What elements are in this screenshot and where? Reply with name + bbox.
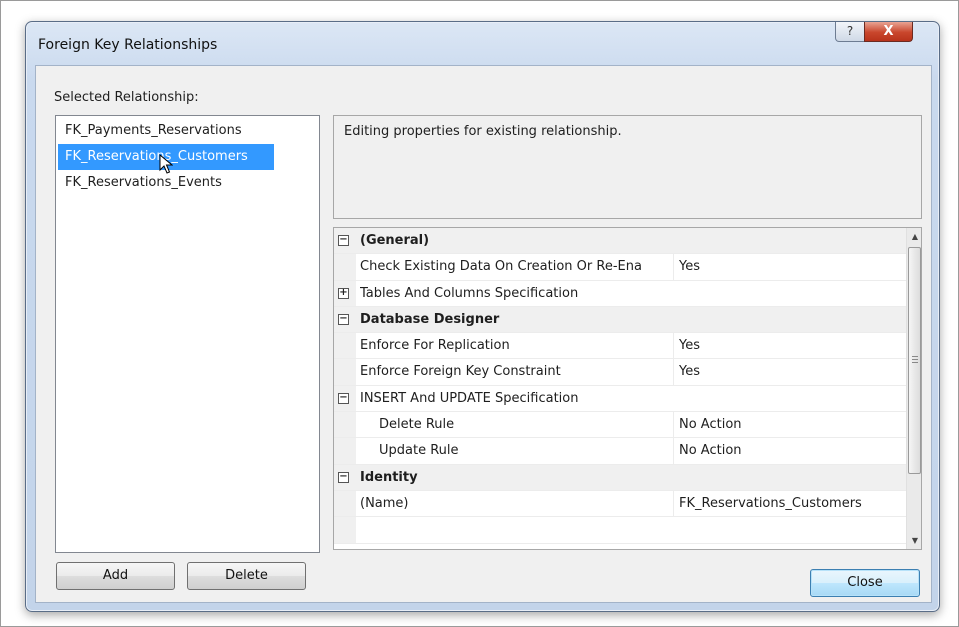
property-row[interactable]: Enforce For Replication Yes xyxy=(334,333,921,360)
property-row[interactable]: (Name) FK_Reservations_Customers xyxy=(334,490,921,518)
window-title: Foreign Key Relationships xyxy=(38,37,218,53)
property-name: Update Rule xyxy=(379,443,459,459)
foreign-key-relationships-dialog: Foreign Key Relationships ? X Selected R… xyxy=(25,21,940,612)
row-gutter xyxy=(334,333,356,359)
row-gutter xyxy=(334,490,356,517)
property-row[interactable]: + Tables And Columns Specification xyxy=(334,280,921,307)
collapse-icon[interactable]: − xyxy=(338,235,349,246)
description-text: Editing properties for existing relation… xyxy=(344,124,622,139)
scroll-up-icon[interactable]: ▲ xyxy=(907,228,921,245)
expand-icon[interactable]: + xyxy=(338,287,349,299)
row-gutter xyxy=(334,359,356,385)
property-name: Identity xyxy=(360,469,418,485)
add-button[interactable]: Add xyxy=(56,562,175,590)
grip-icon xyxy=(912,356,918,363)
property-name: Database Designer xyxy=(360,311,500,327)
property-row[interactable]: Enforce Foreign Key Constraint Yes xyxy=(334,359,921,386)
property-name: (General) xyxy=(360,233,430,248)
collapse-icon[interactable]: − xyxy=(338,313,349,325)
property-name: INSERT And UPDATE Specification xyxy=(360,390,579,406)
property-name: Tables And Columns Specification xyxy=(360,285,579,301)
property-value[interactable]: FK_Reservations_Customers xyxy=(673,490,907,517)
relationship-list-item[interactable]: FK_Reservations_Events xyxy=(58,170,317,196)
relationship-list-item[interactable]: FK_Payments_Reservations xyxy=(58,118,317,144)
help-button[interactable]: ? xyxy=(835,22,865,42)
property-row[interactable] xyxy=(334,517,921,544)
property-row[interactable]: Update Rule No Action xyxy=(334,438,921,465)
title-bar[interactable]: Foreign Key Relationships ? X xyxy=(26,22,939,62)
relationship-list[interactable]: FK_Payments_Reservations FK_Reservations_… xyxy=(55,115,320,553)
description-box: Editing properties for existing relation… xyxy=(333,115,922,219)
property-value[interactable]: Yes xyxy=(673,359,907,386)
property-name: Check Existing Data On Creation Or Re-En… xyxy=(360,259,642,275)
property-name: Enforce Foreign Key Constraint xyxy=(360,364,561,380)
window-close-button[interactable]: X xyxy=(864,22,913,42)
property-value[interactable]: No Action xyxy=(673,412,907,439)
property-row[interactable]: Check Existing Data On Creation Or Re-En… xyxy=(334,254,921,281)
collapse-icon[interactable]: − xyxy=(338,471,349,483)
scrollbar-thumb[interactable] xyxy=(908,247,921,474)
row-gutter xyxy=(334,412,356,438)
scroll-down-icon[interactable]: ▼ xyxy=(907,532,921,549)
property-grid-rows: − (General) Check Existing Data On Creatio… xyxy=(334,228,921,544)
row-gutter xyxy=(334,517,356,543)
row-gutter xyxy=(334,254,356,280)
selected-relationship-label: Selected Relationship: xyxy=(54,90,199,105)
property-grid[interactable]: − (General) Check Existing Data On Creatio… xyxy=(333,227,922,550)
row-gutter xyxy=(334,438,356,464)
help-icon: ? xyxy=(846,24,854,38)
dialog-client-area: Selected Relationship: FK_Payments_Reser… xyxy=(35,65,932,603)
relationship-list-item[interactable]: FK_Reservations_Customers xyxy=(58,144,274,170)
property-row[interactable]: − INSERT And UPDATE Specification xyxy=(334,385,921,413)
collapse-icon[interactable]: − xyxy=(338,392,349,404)
property-name: (Name) xyxy=(360,495,409,511)
delete-button[interactable]: Delete xyxy=(187,562,306,590)
property-category-row[interactable]: − Database Designer xyxy=(334,306,921,334)
property-name: Enforce For Replication xyxy=(360,338,510,354)
close-icon: X xyxy=(883,24,894,39)
property-row[interactable]: Delete Rule No Action xyxy=(334,412,921,439)
close-button[interactable]: Close xyxy=(810,569,920,597)
property-value[interactable]: No Action xyxy=(673,438,907,465)
property-category-row[interactable]: − (General) xyxy=(334,228,921,255)
property-value[interactable]: Yes xyxy=(673,333,907,360)
property-name: Delete Rule xyxy=(379,417,455,433)
property-value[interactable]: Yes xyxy=(673,254,907,281)
property-category-row[interactable]: − Identity xyxy=(334,464,921,491)
vertical-scrollbar[interactable]: ▲ ▼ xyxy=(906,228,921,549)
